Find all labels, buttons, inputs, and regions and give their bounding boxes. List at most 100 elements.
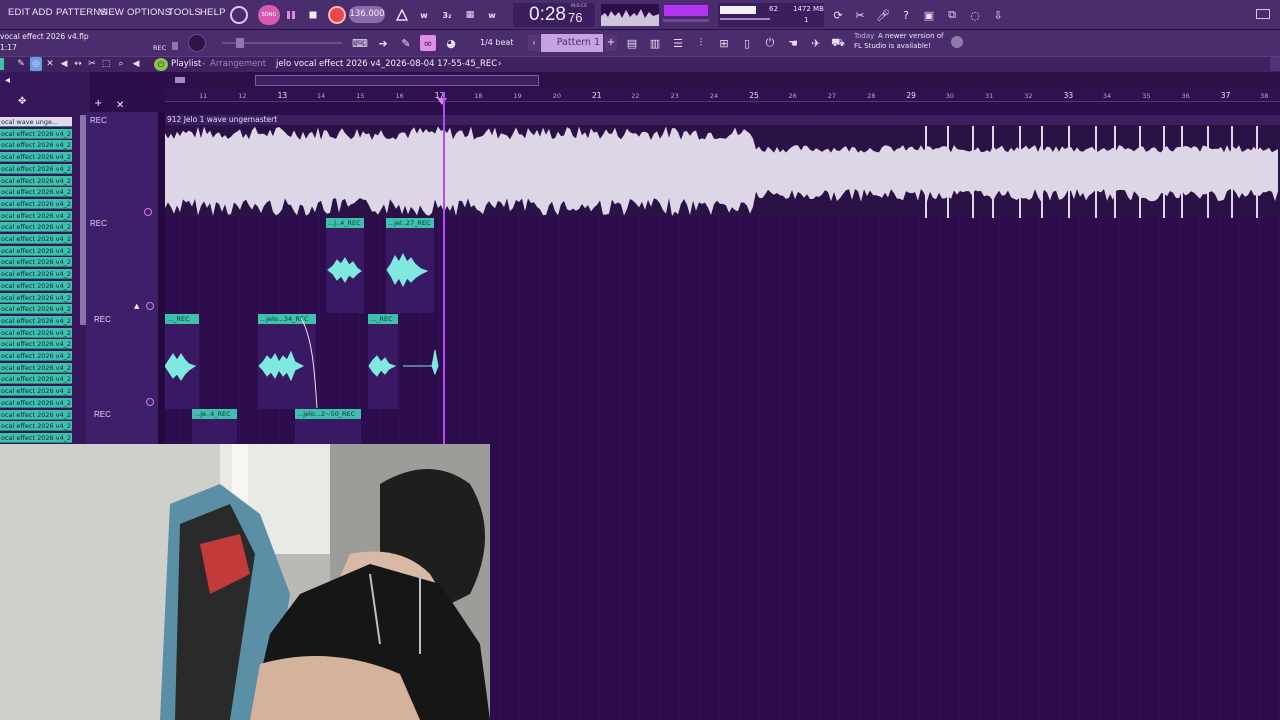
save-icon[interactable]: ▣ — [921, 7, 937, 23]
pattern-prev-icon[interactable]: › — [528, 35, 540, 51]
picker-item[interactable]: ocal effect 2026 v4_2 — [0, 128, 72, 139]
record-button[interactable] — [328, 6, 346, 24]
overview-prev-icon[interactable]: ◂ — [5, 74, 19, 88]
picker-item[interactable]: ocal effect 2026 v4_2 — [0, 140, 72, 151]
mixer-icon[interactable]: ⫶ — [693, 35, 709, 51]
slice-tool-icon[interactable]: ✂ — [86, 57, 98, 71]
arrow-right-icon[interactable]: ➜ — [375, 35, 391, 51]
microphone-icon[interactable]: 🎤︎ — [875, 7, 891, 23]
picker-item[interactable]: ocal effect 2026 v4_2 — [0, 409, 72, 420]
download-icon[interactable]: ⇩ — [990, 7, 1006, 23]
loop-record-icon[interactable]: ᴡ — [484, 7, 500, 23]
templates-icon[interactable]: ▯ — [739, 35, 755, 51]
menu-options[interactable]: OPTIONS — [127, 7, 171, 18]
track-4-label[interactable]: REC — [94, 410, 111, 419]
pause-icon[interactable] — [283, 7, 299, 23]
cart-icon[interactable]: ⛟ — [830, 35, 846, 51]
mixer-shortcut-icon[interactable]: ⧉ — [944, 7, 960, 23]
marketplace-icon[interactable]: ✈ — [808, 35, 824, 51]
news-globe-icon[interactable] — [951, 36, 963, 48]
picker-scrollbar[interactable] — [80, 115, 86, 325]
playlist-window-icon[interactable]: ▤ — [624, 35, 640, 51]
countdown-icon[interactable]: 3₂ — [439, 7, 455, 23]
menu-help[interactable]: HELP — [200, 7, 226, 18]
step-edit-icon[interactable]: ▦ — [462, 7, 478, 23]
menu-edit[interactable]: EDIT — [8, 7, 30, 18]
picker-item[interactable]: ocal effect 2026 v4_2 — [0, 386, 72, 397]
pattern-selector[interactable]: Pattern 1 — [541, 34, 603, 52]
minimize-window-icon[interactable] — [1256, 9, 1270, 19]
touch-keyboard-icon[interactable]: ☚ — [785, 35, 801, 51]
picker-item[interactable]: ocal effect 2026 v4_2 — [0, 374, 72, 385]
stop-icon[interactable] — [305, 7, 321, 23]
picker-item[interactable]: ocal effect 2026 v4_2 — [0, 175, 72, 186]
picker-item[interactable]: ocal effect 2026 v4_2 — [0, 210, 72, 221]
track-2-record-icon[interactable] — [146, 302, 154, 310]
song-overview[interactable] — [165, 73, 1280, 87]
track-3-label[interactable]: REC — [94, 315, 111, 324]
stamp-icon[interactable]: ◕ — [443, 35, 459, 51]
mute-tool-icon[interactable]: ◀ — [58, 57, 70, 71]
snap-selector[interactable]: 1/4 beat — [480, 38, 513, 47]
track-1-record-icon[interactable] — [144, 208, 152, 216]
picker-item[interactable]: ocal effect 2026 v4_2 — [0, 327, 72, 338]
help-icon[interactable]: ? — [898, 7, 914, 23]
menu-add[interactable]: ADD — [32, 7, 53, 18]
picker-item[interactable]: ocal effect 2026 v4_2 — [0, 292, 72, 303]
track-1-label[interactable]: REC — [90, 116, 107, 125]
track-2-collapse-icon[interactable]: ▲ — [134, 302, 139, 310]
main-clip-header[interactable]: 912 Jelo 1 wave ungemastert — [165, 115, 1280, 125]
track-2-label[interactable]: REC — [90, 219, 107, 228]
playback-tool-icon[interactable]: ◀ — [130, 57, 142, 71]
add-pattern-icon[interactable]: + — [605, 35, 617, 51]
time-display[interactable]: 0:28 76 M:S:CS — [513, 3, 595, 27]
picker-item[interactable]: ocal effect 2026 v4_2 — [0, 234, 72, 244]
master-pitch-slider[interactable] — [663, 19, 709, 22]
menu-view[interactable]: VIEW — [99, 7, 124, 18]
news-line-1[interactable]: A newer version of — [878, 32, 944, 40]
chat-icon[interactable]: ◌ — [967, 7, 983, 23]
picker-item[interactable]: ocal effect 2026 v4_2 — [0, 245, 72, 256]
menu-tools[interactable]: TOOLS — [168, 7, 201, 18]
picker-item[interactable]: ocal effect 2026 v4_2 — [0, 280, 72, 291]
picker-item[interactable]: ocal effect 2026 v4_2 — [0, 163, 72, 174]
playlist-breadcrumb[interactable]: jelo vocal effect 2026 v4_2026-08-04 17-… — [276, 59, 497, 69]
picker-item[interactable]: ocal effect 2026 v4_2 — [0, 152, 72, 163]
link-icon[interactable]: ∞ — [420, 35, 436, 51]
playlist-mode[interactable]: Arrangement — [210, 59, 266, 69]
picker-item[interactable]: ocal effect 2026 v4_2 — [0, 339, 72, 350]
tempo-display[interactable]: 136.000 — [349, 6, 385, 23]
playhead-marker-icon[interactable] — [437, 90, 447, 105]
picker-item[interactable]: ocal effect 2026 v4_2 — [0, 269, 72, 280]
timeline-ruler[interactable]: 11 12 13 14 15 16 17 18 19 20 21 22 23 24 25 26 27 28 29 30… — [165, 88, 1280, 102]
select-tool-icon[interactable]: ⬚ — [100, 57, 112, 71]
picker-item[interactable]: ocal effect 2026 v4_2 — [0, 351, 72, 361]
master-slider-handle[interactable] — [236, 38, 244, 48]
cut-tool-icon[interactable]: ✂ — [852, 7, 868, 23]
overview-window[interactable] — [255, 75, 539, 86]
picker-item[interactable]: ocal effect 2026 v4_2 — [0, 222, 72, 233]
zoom-tool-icon[interactable]: ⌕ — [115, 57, 127, 71]
metronome-icon[interactable] — [394, 7, 410, 23]
master-knob[interactable] — [188, 34, 206, 52]
browser-icon[interactable]: ⊞ — [716, 35, 732, 51]
expand-panel-icon[interactable]: ✥ — [18, 96, 34, 110]
news-line-2[interactable]: FL Studio is available! — [854, 42, 931, 50]
wait-icon[interactable]: ᴡ — [416, 7, 432, 23]
draw-tool-icon[interactable]: ✎ — [15, 57, 27, 71]
playlist-scroll-handle[interactable] — [1270, 57, 1280, 71]
pat-song-toggle[interactable]: SONG — [258, 5, 280, 25]
plugin-icon[interactable]: ⏻ — [762, 35, 778, 51]
piano-roll-icon[interactable]: ▥ — [647, 35, 663, 51]
delete-tool-icon[interactable]: ✕ — [44, 57, 56, 71]
wait-for-input-icon[interactable] — [230, 6, 248, 24]
picker-item[interactable]: ocal effect 2026 v4_2 — [0, 362, 72, 373]
add-track-icon[interactable]: + — [94, 98, 104, 110]
paint-tool-icon[interactable]: ◎ — [30, 57, 42, 71]
picker-item[interactable]: ocal effect 2026 v4_2 — [0, 257, 72, 268]
close-panel-icon[interactable]: ✕ — [116, 100, 126, 112]
draw-icon[interactable]: ✎ — [398, 35, 414, 51]
picker-item[interactable]: ocal effect 2026 v4_2 — [0, 432, 72, 443]
typing-keyboard-icon[interactable]: ⌨ — [352, 35, 368, 51]
picker-item[interactable]: ocal effect 2026 v4_2 — [0, 187, 72, 198]
